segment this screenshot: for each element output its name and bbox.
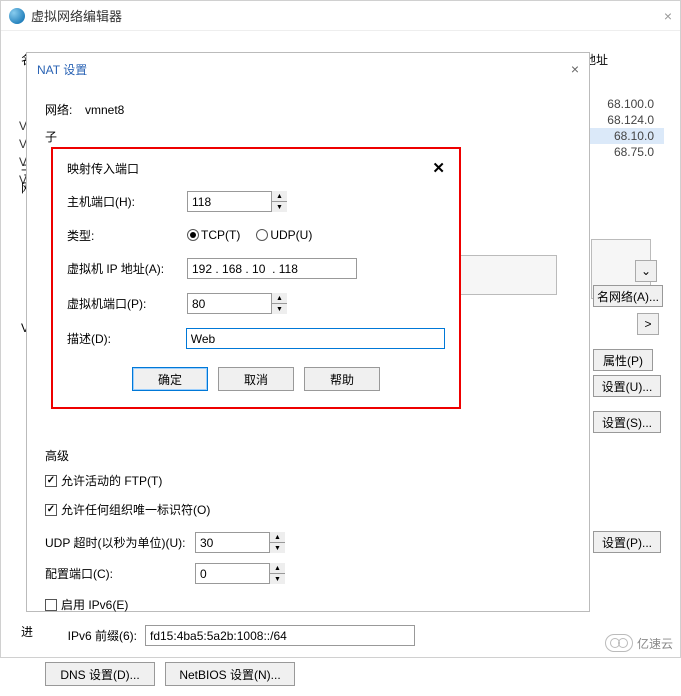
type-label: 类型: [67, 227, 187, 244]
cancel-button[interactable]: 取消 [218, 367, 294, 391]
main-titlebar: 虚拟网络编辑器 × [1, 1, 680, 31]
vm-ip-input[interactable] [187, 258, 357, 279]
watermark-icon [605, 634, 633, 652]
ip-col: 地址 68.100.0 68.124.0 68.10.0 68.75.0 [584, 51, 664, 160]
ip-row: 68.124.0 [584, 112, 664, 128]
udp-timeout-spinner[interactable]: ▲▼ [269, 532, 285, 553]
nat-title: NAT 设置 [37, 61, 87, 78]
settings-u-button[interactable]: 设置(U)... [593, 375, 661, 397]
allow-ftp-label: 允许活动的 FTP(T) [61, 472, 162, 489]
help-button[interactable]: 帮助 [304, 367, 380, 391]
host-port-spinner[interactable]: ▲▼ [271, 191, 287, 212]
col-header-addr: 地址 [584, 51, 664, 68]
enable-ipv6-label: 启用 IPv6(E) [61, 596, 128, 613]
allow-org-label: 允许任何组织唯一标识符(O) [61, 501, 210, 518]
ipv6-prefix-input[interactable] [145, 625, 415, 646]
vm-port-label: 虚拟机端口(P): [67, 295, 187, 312]
ipv6-prefix-label: IPv6 前缀(6): [65, 627, 145, 644]
network-value: vmnet8 [85, 103, 124, 117]
host-port-label: 主机端口(H): [67, 193, 187, 210]
options-chevron-button[interactable]: ⌄ [635, 260, 657, 282]
map-close-icon[interactable]: ✕ [432, 159, 445, 177]
tcp-radio[interactable]: TCP(T) [187, 226, 240, 244]
network-label: 网络: [45, 101, 85, 118]
ip-row: 68.75.0 [584, 144, 664, 160]
ok-button[interactable]: 确定 [132, 367, 208, 391]
desc-input[interactable] [186, 328, 445, 349]
port-mapping-dialog: 映射传入端口 ✕ 主机端口(H): ▲▼ 类型: TCP(T) UDP(U) [51, 147, 461, 409]
vm-port-spinner[interactable]: ▲▼ [271, 293, 287, 314]
udp-timeout-label: UDP 超时(以秒为单位)(U): [45, 534, 195, 551]
main-close-icon[interactable]: × [664, 8, 672, 24]
desc-label: 描述(D): [67, 330, 186, 347]
vm-ip-label: 虚拟机 IP 地址(A): [67, 260, 187, 277]
settings-p-button[interactable]: 设置(P)... [593, 531, 661, 553]
app-icon [9, 8, 25, 24]
nat-close-icon[interactable]: × [571, 61, 579, 77]
settings-s-button[interactable]: 设置(S)... [593, 411, 661, 433]
scroll-right-button[interactable]: > [637, 313, 659, 335]
netbios-settings-button[interactable]: NetBIOS 设置(N)... [165, 662, 295, 686]
watermark: 亿速云 [605, 634, 673, 652]
main-title: 虚拟网络编辑器 [31, 6, 664, 25]
allow-org-checkbox[interactable] [45, 504, 57, 516]
properties-button[interactable]: 属性(P) [593, 349, 653, 371]
config-port-spinner[interactable]: ▲▼ [269, 563, 285, 584]
ip-row: 68.100.0 [584, 96, 664, 112]
allow-ftp-checkbox[interactable] [45, 475, 57, 487]
rename-network-button[interactable]: 名网络(A)... [593, 285, 663, 307]
nat-settings-dialog: NAT 设置 × 网络: vmnet8 子 站 映射传入端口 ✕ 主机端口(H)… [26, 52, 590, 612]
dns-settings-button[interactable]: DNS 设置(D)... [45, 662, 155, 686]
watermark-text: 亿速云 [637, 635, 673, 652]
config-port-label: 配置端口(C): [45, 565, 195, 582]
ip-row-selected[interactable]: 68.10.0 [584, 128, 664, 144]
advanced-legend: 高级 [45, 447, 571, 464]
map-title: 映射传入端口 [67, 160, 139, 177]
subnet-label-char: 子 [45, 128, 57, 145]
udp-radio[interactable]: UDP(U) [256, 226, 312, 244]
enable-ipv6-checkbox[interactable] [45, 599, 57, 611]
